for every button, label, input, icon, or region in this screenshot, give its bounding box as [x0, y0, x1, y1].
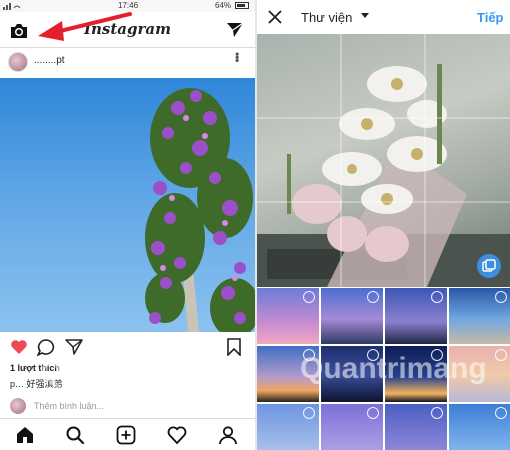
battery-percent: 64% — [215, 1, 232, 10]
add-comment-placeholder[interactable]: Thêm bình luận... — [34, 401, 104, 411]
multi-select-button[interactable] — [477, 254, 501, 278]
multi-select-icon — [482, 259, 496, 272]
select-circle-icon[interactable] — [495, 291, 507, 303]
bookmark-icon[interactable] — [227, 338, 241, 356]
select-circle-icon[interactable] — [367, 291, 379, 303]
activity-heart-icon[interactable] — [167, 425, 187, 445]
watermark-text: Quantrimang — [300, 352, 487, 385]
chevron-down-icon[interactable] — [361, 13, 369, 19]
select-circle-icon[interactable] — [303, 291, 315, 303]
gallery-thumbnail[interactable] — [257, 288, 319, 344]
select-circle-icon[interactable] — [303, 407, 315, 419]
gallery-thumbnail[interactable] — [321, 404, 383, 450]
select-circle-icon[interactable] — [431, 407, 443, 419]
select-circle-icon[interactable] — [495, 349, 507, 361]
share-icon[interactable] — [65, 339, 83, 355]
close-icon[interactable] — [267, 9, 283, 25]
gallery-thumbnail[interactable] — [449, 404, 510, 450]
signal-icon — [3, 3, 21, 10]
new-post-icon[interactable] — [116, 425, 136, 445]
post-author-username[interactable]: ........pt — [34, 55, 65, 66]
annotation-arrow-icon — [38, 12, 132, 41]
select-circle-icon[interactable] — [431, 291, 443, 303]
post-author-avatar[interactable] — [8, 52, 28, 72]
gallery-thumbnail[interactable] — [385, 288, 447, 344]
direct-message-icon[interactable] — [226, 21, 244, 39]
watermark-text: Quantrimang — [40, 356, 215, 387]
heart-filled-icon[interactable] — [10, 339, 28, 355]
more-options-icon[interactable]: ••• — [230, 52, 244, 62]
flowering-tree-image — [145, 88, 255, 332]
gallery-thumbnail[interactable] — [449, 288, 510, 344]
select-circle-icon[interactable] — [367, 407, 379, 419]
add-comment-row[interactable]: Thêm bình luận... — [0, 396, 255, 416]
select-circle-icon[interactable] — [495, 407, 507, 419]
post-header: ........pt ••• — [0, 48, 255, 76]
gallery-thumbnail[interactable] — [385, 404, 447, 450]
battery-icon — [235, 2, 249, 9]
selected-photo-preview[interactable] — [257, 34, 510, 287]
bottom-tab-bar — [0, 418, 255, 450]
next-button[interactable]: Tiếp — [477, 10, 504, 25]
profile-icon[interactable] — [218, 425, 238, 445]
comment-icon[interactable] — [37, 339, 55, 356]
gallery-thumbnail[interactable] — [257, 404, 319, 450]
home-icon[interactable] — [15, 425, 35, 445]
flower-bouquet-image — [257, 34, 510, 287]
current-user-avatar — [10, 398, 26, 414]
post-photo[interactable] — [0, 78, 255, 332]
search-icon[interactable] — [65, 425, 85, 445]
gallery-thumbnail[interactable] — [321, 288, 383, 344]
gallery-header: Thư viện Tiếp — [257, 0, 510, 34]
gallery-title[interactable]: Thư viện — [301, 10, 352, 25]
